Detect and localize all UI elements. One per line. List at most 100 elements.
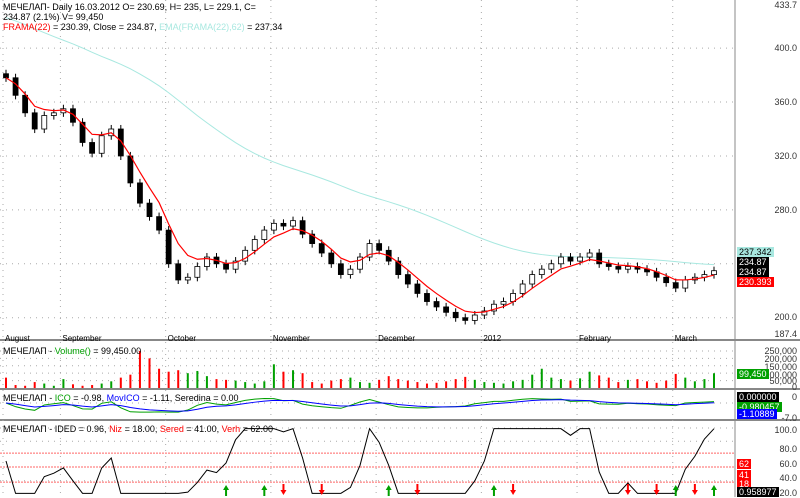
volume-bar	[693, 381, 696, 388]
close-price-tag-2: 234.87	[737, 267, 769, 277]
ided-tag: 0.958977	[737, 487, 779, 497]
ided-legend: МЕЧЕЛАП - IDED = 0.96, Niz = 18.00, Sere…	[3, 424, 273, 434]
volume-bar	[100, 383, 103, 388]
volume-bar	[196, 370, 199, 388]
volume-bar	[272, 364, 275, 388]
candle-down	[146, 202, 153, 218]
volume-bar	[339, 379, 342, 388]
volume-bar	[234, 380, 237, 388]
month-label: October	[167, 334, 197, 343]
month-label: March	[674, 334, 697, 343]
volume-tag: 99,450	[737, 369, 769, 379]
volume-bar	[292, 370, 295, 388]
buy-arrow-icon	[261, 485, 268, 496]
volume-bar	[186, 373, 189, 388]
volume-bar	[569, 380, 572, 388]
ico-value: = -0.98,	[70, 393, 107, 403]
movico-tag: -1.10889	[737, 409, 777, 419]
candle-up	[624, 266, 631, 270]
ico-zero-tag: 0.000000	[737, 392, 779, 402]
price-tick: 280.0	[774, 205, 797, 215]
candle-down	[127, 155, 134, 184]
volume-bar	[330, 380, 333, 388]
volume-bar	[588, 371, 591, 388]
month-label: November	[272, 334, 310, 343]
movico-name: MovICO	[106, 393, 140, 403]
candle-down	[596, 252, 603, 265]
volume-bar	[598, 375, 601, 388]
volume-bar	[406, 380, 409, 388]
price-tick: 433.7	[774, 0, 797, 10]
candle-down	[615, 266, 622, 270]
candle-up	[290, 220, 296, 227]
volume-bar	[445, 381, 448, 388]
volume-bar	[14, 385, 17, 388]
volume-tick: 0	[791, 382, 797, 392]
volume-bar	[91, 385, 94, 388]
volume-bar	[703, 379, 706, 388]
volume-bar	[81, 385, 84, 388]
candle-down	[452, 311, 459, 319]
candle-down	[433, 301, 440, 308]
candle-up	[251, 239, 258, 251]
sell-arrow-icon	[280, 484, 287, 495]
candle-down	[137, 182, 143, 204]
sered-name: Sered	[159, 424, 184, 434]
volume-bar	[368, 382, 371, 388]
candle-up	[586, 252, 593, 258]
indicator-legend: FRAMA(22) = 230.39, Close = 234.87, EMA(…	[3, 22, 282, 32]
ided-tick: 100.0	[774, 425, 797, 435]
stock-chart	[0, 0, 800, 497]
volume-bar	[167, 371, 170, 388]
candle-down	[404, 274, 411, 285]
candle-down	[567, 256, 574, 262]
volume-bar	[215, 379, 218, 388]
verh-value: = 62.00	[240, 424, 273, 434]
candle-down	[223, 263, 229, 270]
volume-bar	[607, 377, 610, 388]
month-label: February	[579, 334, 612, 343]
candle-down	[156, 216, 162, 231]
candle-up	[270, 222, 277, 231]
volume-bar	[655, 382, 658, 388]
verh-name: Verh	[221, 424, 241, 434]
buy-arrow-icon	[711, 485, 717, 496]
candle-down	[175, 263, 182, 281]
candle-up	[558, 256, 564, 265]
ico-name: ICO	[54, 393, 71, 403]
close-price-tag: 234.87	[737, 257, 769, 267]
volume-bar	[62, 379, 65, 388]
candle-down	[414, 283, 421, 294]
sered-value: = 41.00,	[183, 424, 222, 434]
candle-down	[605, 263, 612, 267]
volume-bar	[626, 379, 629, 388]
candle-down	[663, 276, 670, 284]
volume-bar	[473, 379, 476, 388]
volume-bar	[244, 382, 247, 388]
month-label: September	[62, 334, 102, 343]
buy-arrow-icon	[672, 485, 679, 496]
volume-bar	[225, 379, 228, 388]
volume-bar	[301, 373, 304, 388]
candle-down	[31, 112, 38, 130]
volume-bar	[483, 382, 486, 388]
volume-bar	[416, 382, 419, 388]
candle-up	[548, 263, 555, 270]
price-tick: 200.0	[774, 312, 797, 322]
volume-bar	[636, 379, 639, 388]
candle-up	[500, 301, 507, 305]
volume-bar	[119, 377, 122, 388]
candle-up	[261, 229, 268, 240]
candle-up	[538, 268, 545, 275]
candle-down	[22, 94, 29, 114]
candle-up	[682, 279, 689, 289]
frama-line	[5, 77, 715, 314]
volume-bar	[425, 383, 428, 388]
volume-bar	[71, 384, 74, 388]
month-label: 2012	[483, 334, 502, 343]
volume-bar	[512, 381, 515, 388]
buy-arrow-icon	[490, 485, 497, 496]
ema-frama-line	[5, 17, 715, 266]
volume-bar	[177, 370, 180, 388]
movico-value: = -1.11, Seredina = 0.00	[139, 393, 239, 403]
